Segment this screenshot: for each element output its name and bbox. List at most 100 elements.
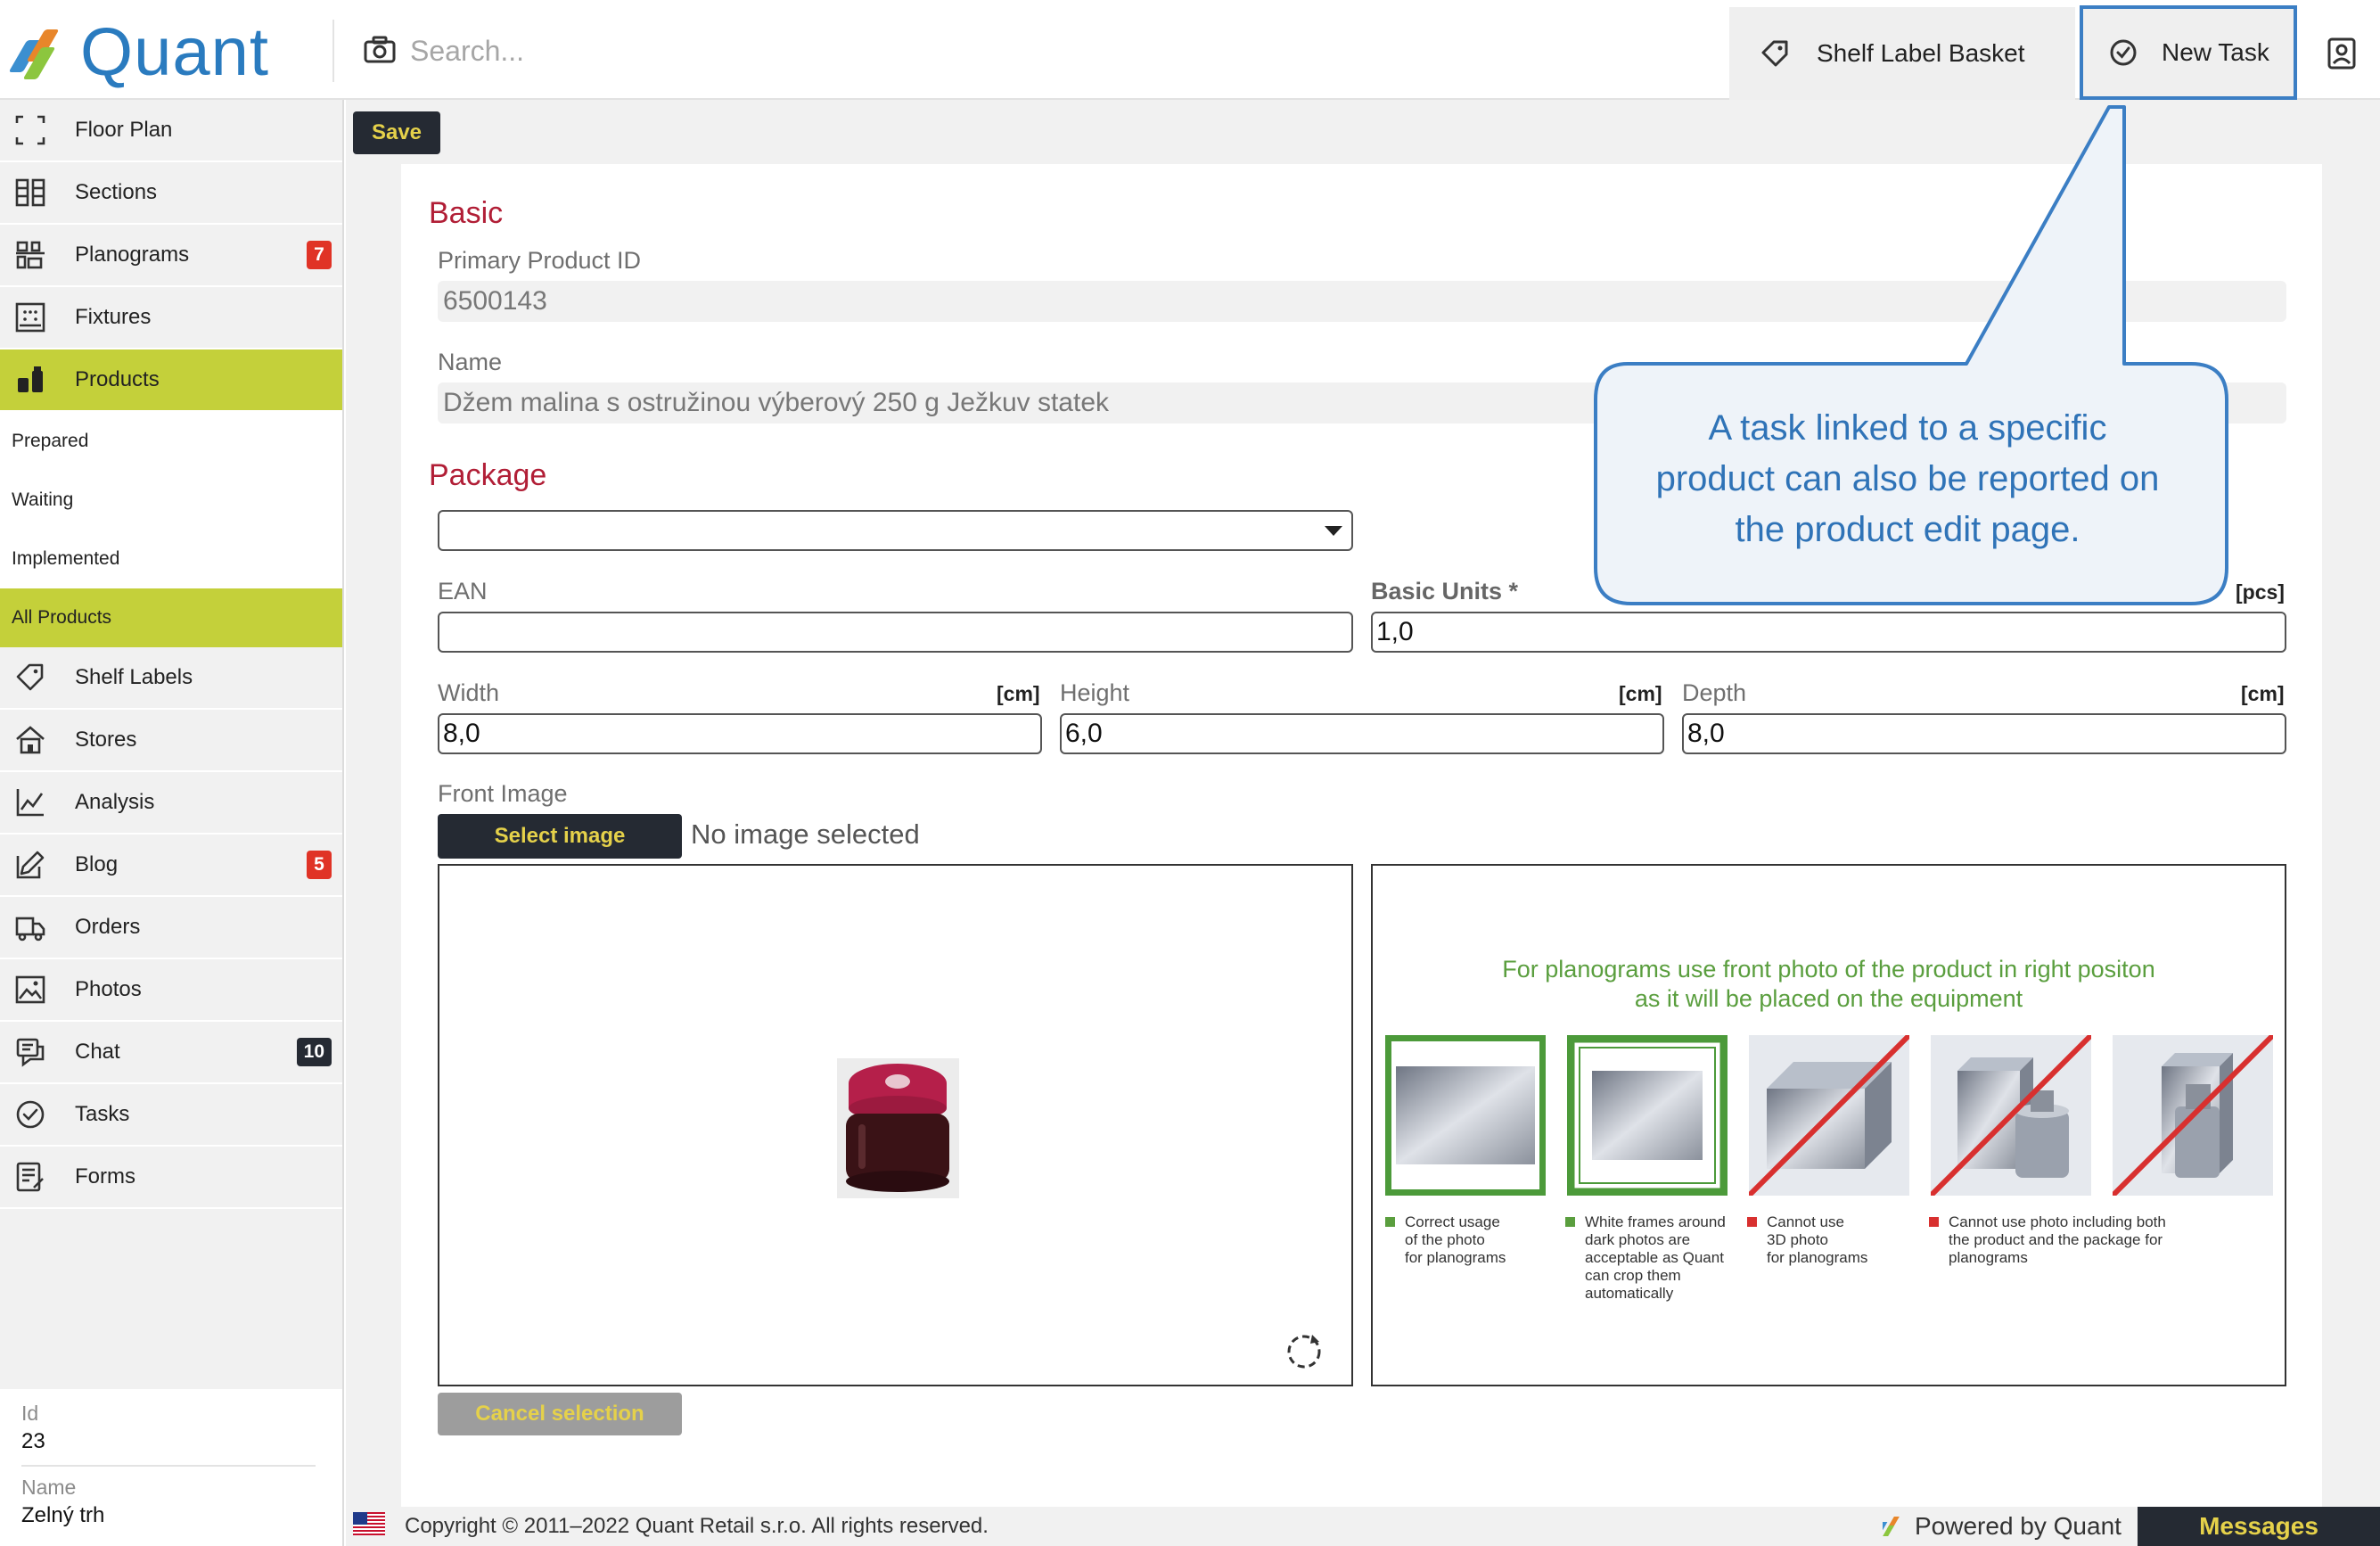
guide-example-product-and-package-2 xyxy=(2113,1035,2273,1196)
ok-square-icon xyxy=(1385,1217,1395,1227)
rotate-icon[interactable] xyxy=(1284,1331,1325,1372)
sidebar-item-products[interactable]: Products xyxy=(0,349,342,412)
guide-example-product-and-package-1 xyxy=(1931,1035,2091,1196)
callout-text: A task linked to a specific product can … xyxy=(1596,403,2220,555)
sidebar-item-blog[interactable]: Blog 5 xyxy=(0,835,342,897)
height-unit: [cm] xyxy=(1619,682,1662,705)
camera-icon[interactable] xyxy=(364,36,396,64)
store-id-label: Id xyxy=(21,1402,39,1425)
no-image-selected-text: No image selected xyxy=(691,818,920,850)
user-profile-button[interactable] xyxy=(2302,7,2380,100)
sidebar-item-label: Planograms xyxy=(75,243,190,267)
footer: Copyright © 2011–2022 Quant Retail s.r.o… xyxy=(346,1507,2380,1546)
floor-plan-icon xyxy=(14,114,46,146)
sidebar-subitem-prepared[interactable]: Prepared xyxy=(0,412,342,471)
top-bar: Quant Shelf Label Basket New Task xyxy=(0,0,2380,100)
sidebar-item-label: Photos xyxy=(75,977,142,1001)
user-profile-icon xyxy=(2327,37,2355,70)
store-icon xyxy=(14,724,46,756)
new-task-label: New Task xyxy=(2162,38,2269,66)
sidebar-subitem-all-products[interactable]: All Products xyxy=(0,588,342,647)
basic-units-input[interactable] xyxy=(1371,612,2286,653)
store-name-value: Zelný trh xyxy=(21,1503,105,1527)
sidebar-item-photos[interactable]: Photos xyxy=(0,959,342,1022)
powered-by[interactable]: Powered by Quant xyxy=(1883,1512,2121,1541)
package-select[interactable] xyxy=(438,510,1353,551)
quant-logo-mark-icon xyxy=(1883,1517,1900,1536)
store-name-label: Name xyxy=(21,1476,77,1499)
height-input[interactable] xyxy=(1060,713,1664,754)
sidebar-item-label: Forms xyxy=(75,1164,135,1188)
front-image-label: Front Image xyxy=(438,780,568,807)
ean-label: EAN xyxy=(438,578,488,604)
width-input[interactable] xyxy=(438,713,1042,754)
ean-input[interactable] xyxy=(438,612,1353,653)
sidebar-subitem-implemented[interactable]: Implemented xyxy=(0,530,342,588)
us-flag-icon[interactable] xyxy=(353,1512,385,1535)
basic-units-unit: [pcs] xyxy=(2236,580,2285,604)
product-photo xyxy=(837,1058,959,1198)
save-button[interactable]: Save xyxy=(353,111,440,154)
sidebar-item-orders[interactable]: Orders xyxy=(0,897,342,959)
depth-unit: [cm] xyxy=(2241,682,2285,705)
form-icon xyxy=(14,1161,46,1193)
quant-logo-mark-icon xyxy=(8,24,68,79)
sidebar-item-shelf-labels[interactable]: Shelf Labels xyxy=(0,647,342,710)
sidebar-item-forms[interactable]: Forms xyxy=(0,1147,342,1209)
chevron-down-icon xyxy=(1325,526,1342,536)
quant-logo[interactable]: Quant xyxy=(8,14,269,90)
image-preview xyxy=(438,864,1353,1386)
shelf-label-basket-label: Shelf Label Basket xyxy=(1817,39,2025,67)
store-id-value: 23 xyxy=(21,1429,45,1453)
chat-icon xyxy=(14,1036,46,1068)
count-badge: 10 xyxy=(296,1038,332,1066)
powered-by-text: Powered by Quant xyxy=(1915,1512,2121,1540)
sidebar-item-label: Stores xyxy=(75,728,137,752)
sidebar-subitem-waiting[interactable]: Waiting xyxy=(0,471,342,530)
copyright-text: Copyright © 2011–2022 Quant Retail s.r.o… xyxy=(405,1514,989,1538)
not-ok-square-icon xyxy=(1929,1217,1939,1227)
sidebar-item-chat[interactable]: Chat 10 xyxy=(0,1022,342,1084)
search-input[interactable] xyxy=(408,27,1264,75)
basic-section-title: Basic xyxy=(429,196,504,230)
sidebar-item-label: Shelf Labels xyxy=(75,665,193,689)
store-info-divider xyxy=(21,1465,316,1467)
sidebar-item-fixtures[interactable]: Fixtures xyxy=(0,287,342,349)
tag-icon xyxy=(14,662,46,694)
depth-label: Depth xyxy=(1682,679,1747,706)
sidebar-item-floor-plan[interactable]: Floor Plan xyxy=(0,100,342,162)
sidebar-item-label: Blog xyxy=(75,852,119,876)
sidebar-item-tasks[interactable]: Tasks xyxy=(0,1084,342,1147)
truck-icon xyxy=(14,911,46,943)
sections-icon xyxy=(14,177,46,209)
planograms-icon xyxy=(14,239,46,271)
guide-caption-correct: Correct usage of the photo for planograms xyxy=(1385,1213,1506,1267)
messages-button[interactable]: Messages xyxy=(2138,1507,2380,1546)
shelf-label-basket-button[interactable]: Shelf Label Basket xyxy=(1729,7,2075,100)
logo-text: Quant xyxy=(80,13,270,90)
edit-icon xyxy=(14,849,46,881)
sidebar-item-analysis[interactable]: Analysis xyxy=(0,772,342,835)
not-ok-square-icon xyxy=(1747,1217,1757,1227)
ok-square-icon xyxy=(1565,1217,1575,1227)
sidebar-item-label: Chat xyxy=(75,1040,120,1064)
products-icon xyxy=(14,364,46,396)
sidebar-item-label: Products xyxy=(75,367,160,391)
guidelines-title: For planograms use front photo of the pr… xyxy=(1373,955,2285,1014)
depth-input[interactable] xyxy=(1682,713,2286,754)
guide-example-3d-photo xyxy=(1749,1035,1909,1196)
guide-caption-3d: Cannot use 3D photo for planograms xyxy=(1747,1213,1867,1267)
header-divider xyxy=(332,20,334,82)
sidebar-item-planograms[interactable]: Planograms 7 xyxy=(0,225,342,287)
guidelines-title-line1: For planograms use front photo of the pr… xyxy=(1502,956,2155,983)
callout-line3: the product edit page. xyxy=(1735,510,2080,549)
sidebar-item-stores[interactable]: Stores xyxy=(0,710,342,772)
check-circle-icon xyxy=(2110,39,2137,66)
sidebar-item-label: Tasks xyxy=(75,1102,130,1126)
sidebar-item-label: Sections xyxy=(75,180,158,204)
sidebar-item-sections[interactable]: Sections xyxy=(0,162,342,225)
select-image-button[interactable]: Select image xyxy=(438,814,682,859)
cancel-selection-button: Cancel selection xyxy=(438,1393,682,1435)
new-task-button[interactable]: New Task xyxy=(2080,5,2297,100)
callout-line2: product can also be reported on xyxy=(1655,459,2160,498)
